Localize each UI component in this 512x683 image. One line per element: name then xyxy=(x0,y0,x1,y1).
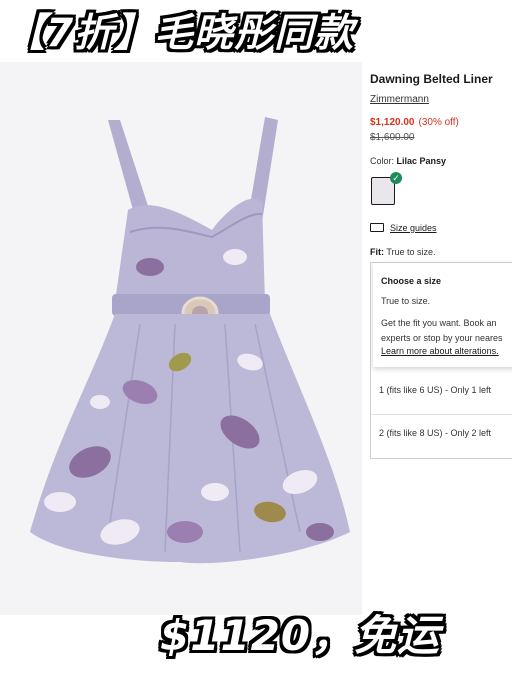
size-selector[interactable]: Choose a size True to size. Get the fit … xyxy=(370,262,512,459)
color-row: Color: Lilac Pansy xyxy=(370,156,446,166)
fit-info: Fit: True to size. xyxy=(370,247,436,257)
color-label: Color: xyxy=(370,156,395,166)
fit-value: True to size. xyxy=(386,247,436,257)
promo-banner-bottom: $1120，免运 xyxy=(160,611,441,660)
popup-line-1: Get the fit you want. Book an xyxy=(381,318,497,328)
popup-line-2: experts or stop by your neares xyxy=(381,333,503,343)
size-popup: Choose a size True to size. Get the fit … xyxy=(373,263,512,367)
product-details-panel: Dawning Belted Liner Zimmermann $1,120.0… xyxy=(370,62,512,482)
product-title: Dawning Belted Liner xyxy=(370,72,493,86)
popup-description: Get the fit you want. Book an experts or… xyxy=(381,316,503,346)
price-row: $1,120.00 (30% off) xyxy=(370,117,459,128)
check-icon: ✓ xyxy=(390,172,402,184)
popup-fit-text: True to size. xyxy=(381,296,431,306)
alterations-link[interactable]: Learn more about alterations. xyxy=(381,346,499,356)
fit-label: Fit: xyxy=(370,247,384,257)
promo-banner-top: 【7折】毛晓彤同款 xyxy=(6,11,355,56)
size-option-2[interactable]: 2 (fits like 8 US) - Only 2 left xyxy=(379,428,491,438)
product-image[interactable] xyxy=(0,62,362,615)
popup-header: Choose a size xyxy=(381,276,442,286)
size-guide-label: Size guides xyxy=(390,223,437,233)
size-guide-link[interactable]: Size guides xyxy=(370,223,437,233)
sale-price: $1,120.00 xyxy=(370,117,415,128)
brand-link[interactable]: Zimmermann xyxy=(370,94,429,105)
color-value: Lilac Pansy xyxy=(396,156,447,166)
size-divider xyxy=(371,414,512,415)
original-price: $1,600.00 xyxy=(370,132,415,143)
discount-label: (30% off) xyxy=(418,117,459,128)
ruler-icon xyxy=(370,223,384,232)
dress-illustration xyxy=(0,62,362,615)
size-option-1[interactable]: 1 (fits like 6 US) - Only 1 left xyxy=(379,385,491,395)
